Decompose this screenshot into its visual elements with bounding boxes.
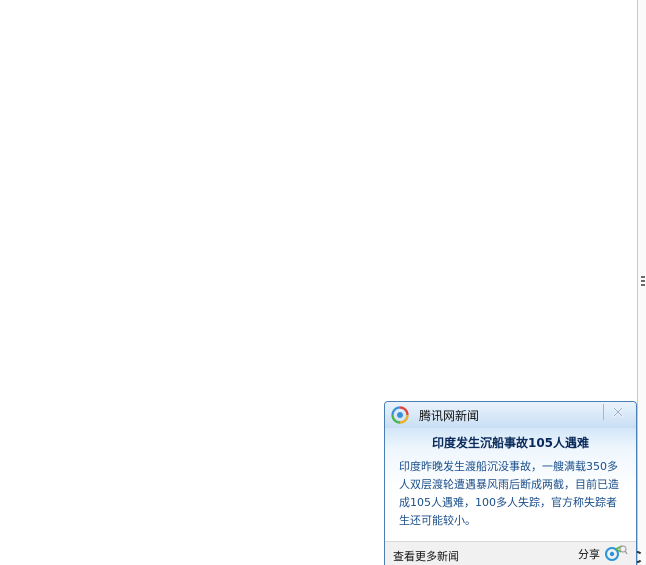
close-icon[interactable] — [612, 406, 624, 418]
tencent-news-logo-icon — [391, 406, 409, 424]
more-news-link[interactable]: 查看更多新闻 — [393, 548, 459, 564]
popup-footer: 查看更多新闻 分享 — [385, 541, 636, 565]
popup-header: 腾讯网新闻 — [385, 402, 636, 428]
popup-app-name: 腾讯网新闻 — [419, 408, 480, 423]
popup-body: 印度发生沉船事故105人遇难 印度昨晚发生渡船沉没事故，一艘满载350多人双层渡… — [385, 428, 636, 541]
news-headline[interactable]: 印度发生沉船事故105人遇难 — [385, 434, 636, 451]
news-summary[interactable]: 印度昨晚发生渡船沉没事故，一艘满载350多人双层渡轮遭遇暴风雨后断成两截，目前已… — [399, 458, 627, 530]
resize-grip-icon[interactable] — [641, 276, 645, 286]
share-button[interactable]: 分享 — [578, 545, 628, 563]
share-label: 分享 — [578, 548, 600, 561]
news-notification-popup: 腾讯网新闻 印度发生沉船事故105人遇难 印度昨晚发生渡船沉没事故，一艘满载35… — [384, 401, 637, 565]
share-icon[interactable] — [604, 545, 628, 563]
close-button[interactable] — [603, 404, 632, 420]
